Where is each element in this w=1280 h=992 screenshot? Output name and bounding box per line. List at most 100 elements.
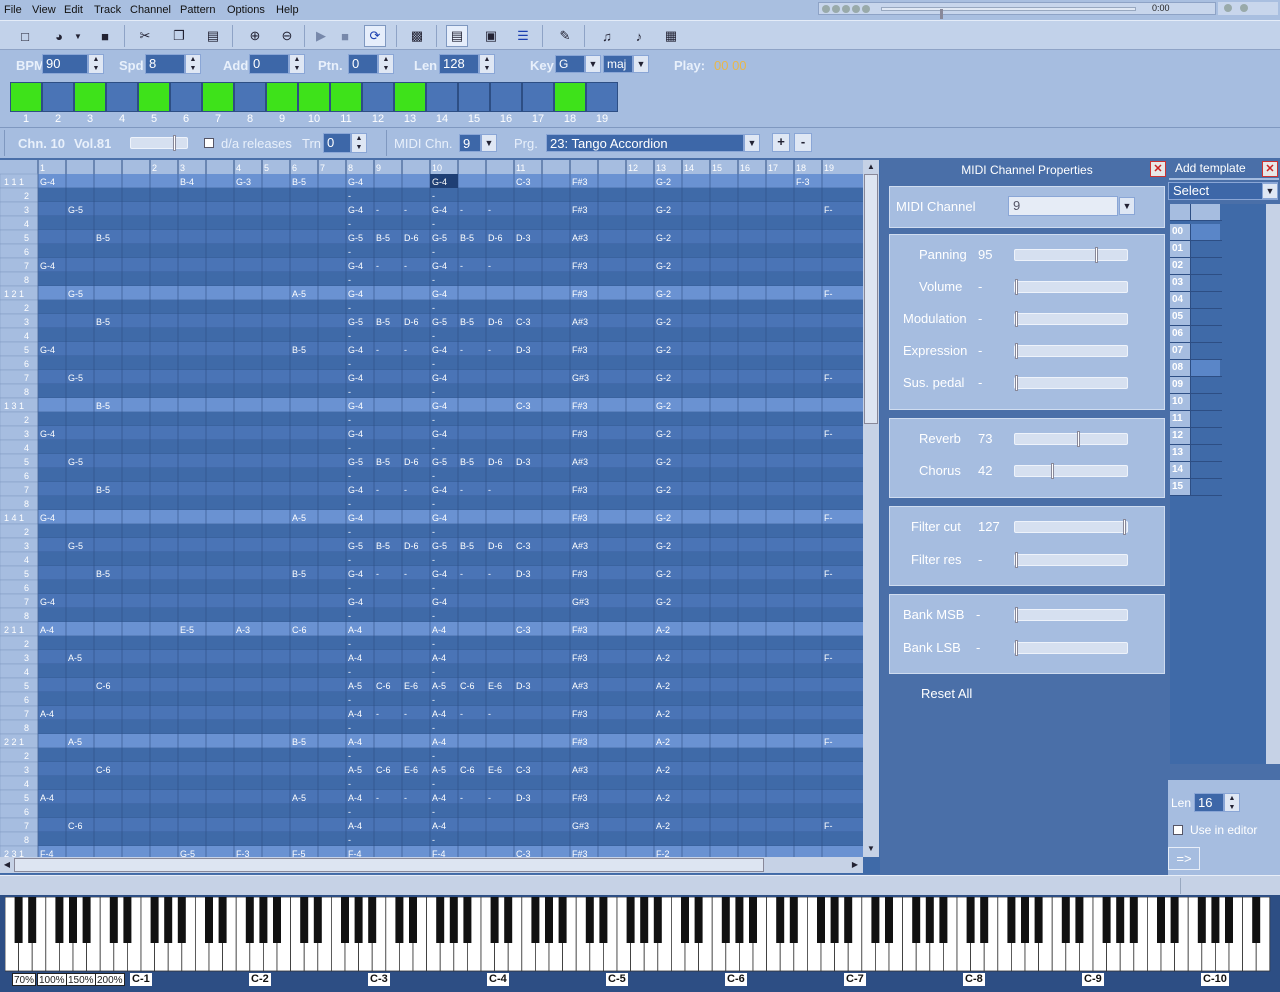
note-cell[interactable]: C-6 — [292, 625, 307, 635]
note-cell[interactable]: F#3 — [572, 177, 588, 187]
black-key[interactable] — [1075, 897, 1084, 943]
note-cell[interactable]: G-2 — [656, 373, 671, 383]
note-cell[interactable]: - — [432, 667, 435, 677]
black-key[interactable] — [368, 897, 377, 943]
template-row[interactable]: 07 — [1170, 343, 1222, 360]
black-key[interactable] — [585, 897, 594, 943]
table-row[interactable] — [38, 454, 864, 468]
table-row[interactable] — [38, 748, 864, 762]
table-row[interactable] — [38, 482, 864, 496]
table-row[interactable] — [38, 608, 864, 622]
channel-volume-slider[interactable] — [130, 135, 188, 151]
piano-keyboard[interactable]: 70% 100% 150% 200% C-1 C-2 C-3 C-4 C-5 C-6 C-7… — [0, 895, 1280, 992]
note-cell[interactable]: - — [432, 387, 435, 397]
scroll-right-icon[interactable]: ▶ — [848, 858, 862, 872]
note-cell[interactable]: - — [432, 443, 435, 453]
pattern-cell[interactable] — [138, 82, 170, 112]
template-row[interactable]: 14 — [1170, 462, 1222, 479]
note-cell[interactable]: F#3 — [572, 261, 588, 271]
note-cell[interactable]: G-4 — [40, 345, 55, 355]
volume-thumb[interactable] — [1015, 279, 1018, 295]
table-row[interactable] — [38, 622, 864, 636]
note-cell[interactable]: G-2 — [656, 457, 671, 467]
note-cell[interactable]: - — [432, 415, 435, 425]
menu-channel[interactable]: Channel — [130, 4, 171, 16]
note-cell[interactable]: G-5 — [68, 289, 83, 299]
note-cell[interactable]: G-4 — [348, 177, 363, 187]
note-cell[interactable]: B-5 — [292, 737, 306, 747]
column-header[interactable]: 13 — [656, 163, 666, 173]
column-header[interactable]: 9 — [376, 163, 381, 173]
filter-cut-slider[interactable] — [1014, 519, 1128, 535]
note-cell[interactable]: F- — [824, 569, 833, 579]
midi-chn-select[interactable]: 9 — [459, 134, 481, 152]
note-cell[interactable]: G-2 — [656, 569, 671, 579]
note-cell[interactable]: - — [460, 569, 463, 579]
pattern-cell[interactable] — [234, 82, 266, 112]
zoom-out-icon[interactable]: ⊖ — [276, 25, 298, 47]
note-cell[interactable]: C-3 — [516, 177, 531, 187]
table-row[interactable] — [38, 356, 864, 370]
zoom-100-button[interactable]: 100% — [37, 973, 67, 986]
note-cell[interactable]: F#3 — [572, 401, 588, 411]
menu-pattern[interactable]: Pattern — [180, 4, 215, 16]
note-cell[interactable]: G#3 — [572, 373, 589, 383]
note-cell[interactable]: - — [460, 345, 463, 355]
note-cell[interactable]: F-4 — [432, 849, 446, 857]
note-cell[interactable]: - — [376, 205, 379, 215]
play-icon[interactable]: ▶ — [310, 25, 332, 47]
column-header[interactable]: 8 — [348, 163, 353, 173]
filter-res-slider[interactable] — [1014, 552, 1128, 568]
note-cell[interactable]: - — [488, 569, 491, 579]
note-cell[interactable]: F-3 — [236, 849, 250, 857]
note-cell[interactable]: G-5 — [348, 317, 363, 327]
note-cell[interactable]: - — [404, 345, 407, 355]
note-cell[interactable]: A-5 — [432, 765, 446, 775]
template-row-value[interactable] — [1190, 241, 1220, 257]
pattern-cell[interactable] — [298, 82, 330, 112]
paste-icon[interactable]: ▤ — [202, 25, 224, 47]
template-row-value[interactable] — [1190, 360, 1220, 376]
pattern-grid-svg[interactable]: 1 2 3 4 5 6 7 8 9 10 11 12 13 14 15 16 17 18 191 1 1234567… — [0, 160, 864, 857]
note-cell[interactable]: D-3 — [516, 345, 531, 355]
black-key[interactable] — [354, 897, 363, 943]
black-key[interactable] — [259, 897, 268, 943]
note-cell[interactable]: - — [348, 555, 351, 565]
note-cell[interactable]: F#3 — [572, 849, 588, 857]
seek-thumb[interactable] — [939, 9, 943, 19]
black-key[interactable] — [409, 897, 417, 943]
black-key[interactable] — [531, 897, 540, 943]
note-cell[interactable]: D-6 — [488, 233, 503, 243]
note-cell[interactable]: - — [348, 387, 351, 397]
note-cell[interactable]: B-5 — [376, 541, 390, 551]
midi-chn-dropdown-icon[interactable]: ▼ — [481, 134, 497, 152]
template-row-value[interactable] — [1190, 326, 1220, 342]
note-cell[interactable]: - — [404, 485, 407, 495]
mode-select[interactable]: maj — [603, 55, 633, 73]
note-cell[interactable]: A-5 — [292, 289, 306, 299]
note-cell[interactable]: D-6 — [404, 233, 419, 243]
column-header[interactable]: 7 — [320, 163, 325, 173]
note-cell[interactable]: D-6 — [488, 541, 503, 551]
template-row-value[interactable] — [1190, 224, 1220, 240]
note-cell[interactable]: A#3 — [572, 541, 588, 551]
len-input[interactable]: 128 — [439, 54, 479, 74]
note-cell[interactable]: D-6 — [404, 457, 419, 467]
zoom-150-button[interactable]: 150% — [66, 973, 96, 986]
table-row[interactable] — [38, 636, 864, 650]
black-key[interactable] — [1034, 897, 1043, 943]
note-cell[interactable]: G-5 — [432, 457, 447, 467]
black-key[interactable] — [626, 897, 635, 943]
bank-lsb-thumb[interactable] — [1015, 640, 1018, 656]
note-cell[interactable]: G-2 — [656, 345, 671, 355]
note-cell[interactable]: - — [348, 695, 351, 705]
note-cell[interactable]: A-5 — [68, 653, 82, 663]
note-cell[interactable]: - — [432, 695, 435, 705]
table-row[interactable] — [38, 468, 864, 482]
note-cell[interactable]: G-2 — [656, 513, 671, 523]
apply-template-button[interactable]: => — [1168, 847, 1200, 870]
note-cell[interactable]: G-4 — [348, 513, 363, 523]
note-cell[interactable]: G-3 — [236, 177, 251, 187]
preview-icon[interactable]: ▣ — [480, 25, 502, 47]
notepad-icon[interactable]: ▦ — [660, 25, 682, 47]
